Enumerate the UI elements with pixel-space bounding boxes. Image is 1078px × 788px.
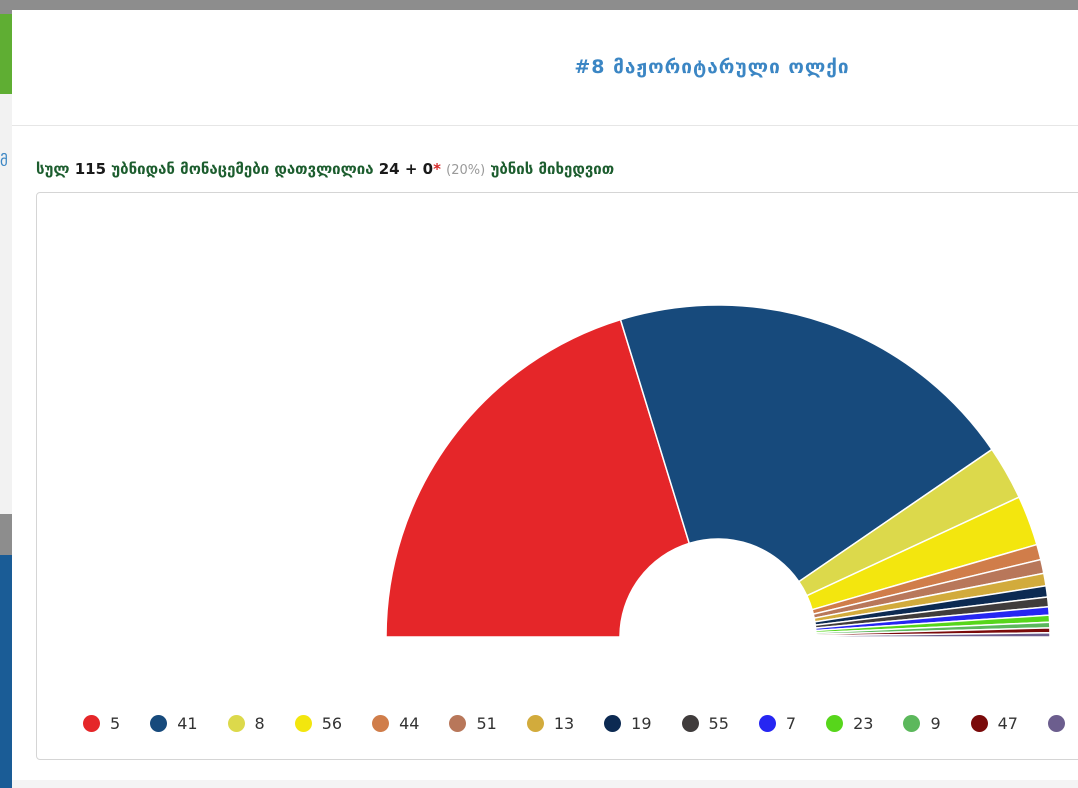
legend-swatch [150, 714, 168, 732]
legend-swatch [681, 714, 699, 732]
legend-swatch [970, 714, 988, 732]
legend-swatch [604, 714, 622, 732]
legend-swatch [758, 714, 776, 732]
legend-label: 19 [631, 713, 652, 733]
legend-item-19[interactable]: 19 [604, 713, 652, 733]
legend-swatch [372, 714, 390, 732]
legend-swatch [227, 714, 245, 732]
legend-label: 55 [708, 713, 729, 733]
legend-item-5[interactable]: 5 [83, 713, 120, 733]
legend-swatch [1047, 714, 1065, 732]
legend-swatch [83, 714, 100, 732]
legend-label: 9 [930, 713, 941, 733]
chart-legend: 5 41 8 56 44 51 13 19 55 7 23 9 47 [83, 712, 1078, 742]
legend-item-9[interactable]: 9 [903, 713, 941, 733]
legend-item-other-13[interactable] [1047, 713, 1075, 733]
legend-item-55[interactable]: 55 [681, 713, 729, 733]
background-sidebar-letter: მ [0, 152, 8, 170]
summary-middle: უბნიდან მონაცემები დათვლილია [111, 160, 374, 178]
legend-item-47[interactable]: 47 [970, 713, 1018, 733]
results-modal: #8 მაჟორიტარული ოლქი სულ 115 უბნიდან მონ… [12, 10, 1078, 788]
chart-container: 5 41 8 56 44 51 13 19 55 7 23 9 47 [36, 192, 1078, 760]
legend-swatch [294, 714, 312, 732]
summary-star: * [433, 160, 441, 178]
legend-swatch [903, 714, 921, 732]
legend-label: 7 [785, 713, 797, 733]
summary-counted: 24 + 0 [378, 160, 434, 178]
legend-item-41[interactable]: 41 [150, 713, 198, 733]
legend-label: 44 [399, 713, 420, 733]
modal-footer-strip [12, 780, 1078, 788]
legend-label: 47 [997, 713, 1018, 733]
legend-item-51[interactable]: 51 [449, 713, 497, 733]
legend-label: 8 [254, 713, 265, 733]
legend-label: 23 [853, 713, 874, 733]
legend-swatch [826, 714, 844, 732]
legend-label: 41 [177, 713, 198, 733]
legend-item-8[interactable]: 8 [227, 713, 265, 733]
modal-header: #8 მაჟორიტარული ოლქი [12, 10, 1078, 126]
legend-item-7[interactable]: 7 [758, 713, 797, 733]
legend-item-56[interactable]: 56 [294, 713, 343, 733]
summary-suffix: უბნის მიხედვით [490, 160, 615, 178]
summary-prefix: სულ [36, 160, 70, 178]
half-donut-chart [385, 304, 1051, 638]
precinct-summary: სულ 115 უბნიდან მონაცემები დათვლილია 24 … [36, 160, 614, 178]
background-blue-bar [0, 555, 12, 788]
legend-item-13[interactable]: 13 [526, 713, 575, 733]
legend-swatch [526, 714, 544, 732]
legend-swatch [449, 714, 467, 732]
legend-label: 13 [553, 713, 575, 733]
legend-item-23[interactable]: 23 [826, 713, 873, 733]
legend-label: 51 [476, 713, 497, 733]
legend-item-44[interactable]: 44 [372, 713, 419, 733]
legend-label: 56 [321, 713, 343, 733]
summary-total: 115 [74, 160, 107, 178]
modal-title: #8 მაჟორიტარული ოლქი [574, 56, 850, 78]
summary-percent: (20%) [446, 163, 486, 178]
legend-label: 5 [110, 713, 121, 733]
